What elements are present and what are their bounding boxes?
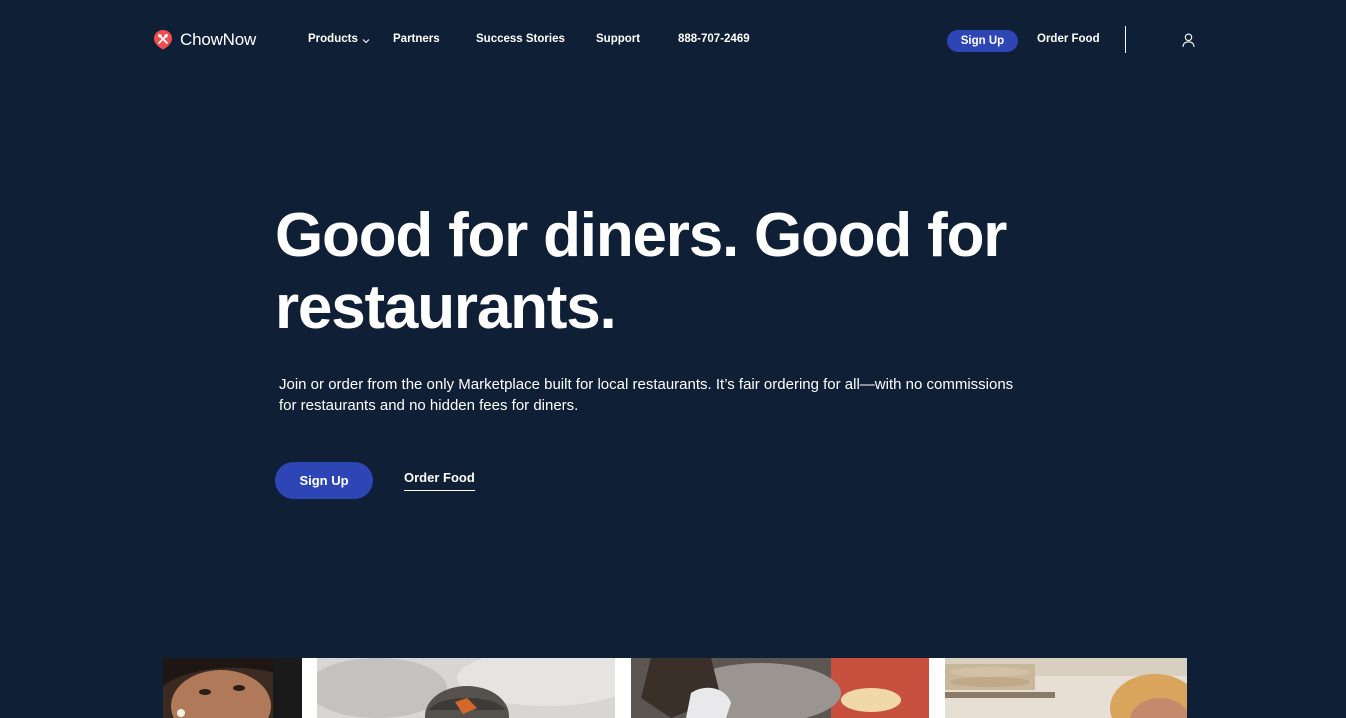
nav-partners[interactable]: Partners [393,33,440,45]
diner-photo [163,658,302,718]
brand-name: ChowNow [180,29,257,49]
photo-strip [163,658,1187,718]
chef-in-smoke-photo [317,658,615,718]
user-icon[interactable] [1182,33,1195,48]
chownow-logo[interactable]: ChowNow [153,29,256,50]
chevron-down-icon [362,38,370,43]
top-navigation: ChowNow Products Partners Success Storie… [0,0,1346,80]
hero-title: Good for diners. Good for restaurants. [275,201,1007,342]
nav-sign-up-button[interactable]: Sign Up [947,30,1018,52]
nav-support[interactable]: Support [596,33,640,45]
hero-subtitle: Join or order from the only Marketplace … [279,376,1014,414]
grill-cooking-photo [631,658,929,718]
nav-success-stories[interactable]: Success Stories [476,33,565,45]
nav-divider [1125,26,1126,53]
chownow-logo-icon [154,30,172,50]
nav-products[interactable]: Products [308,33,370,45]
kitchen-plates-photo [945,658,1187,718]
nav-products-label: Products [308,33,358,45]
hero-order-food-link[interactable]: Order Food [404,470,475,491]
hero-sign-up-button[interactable]: Sign Up [275,462,373,499]
nav-order-food-link[interactable]: Order Food [1037,33,1100,45]
nav-phone-number[interactable]: 888-707-2469 [678,33,750,45]
